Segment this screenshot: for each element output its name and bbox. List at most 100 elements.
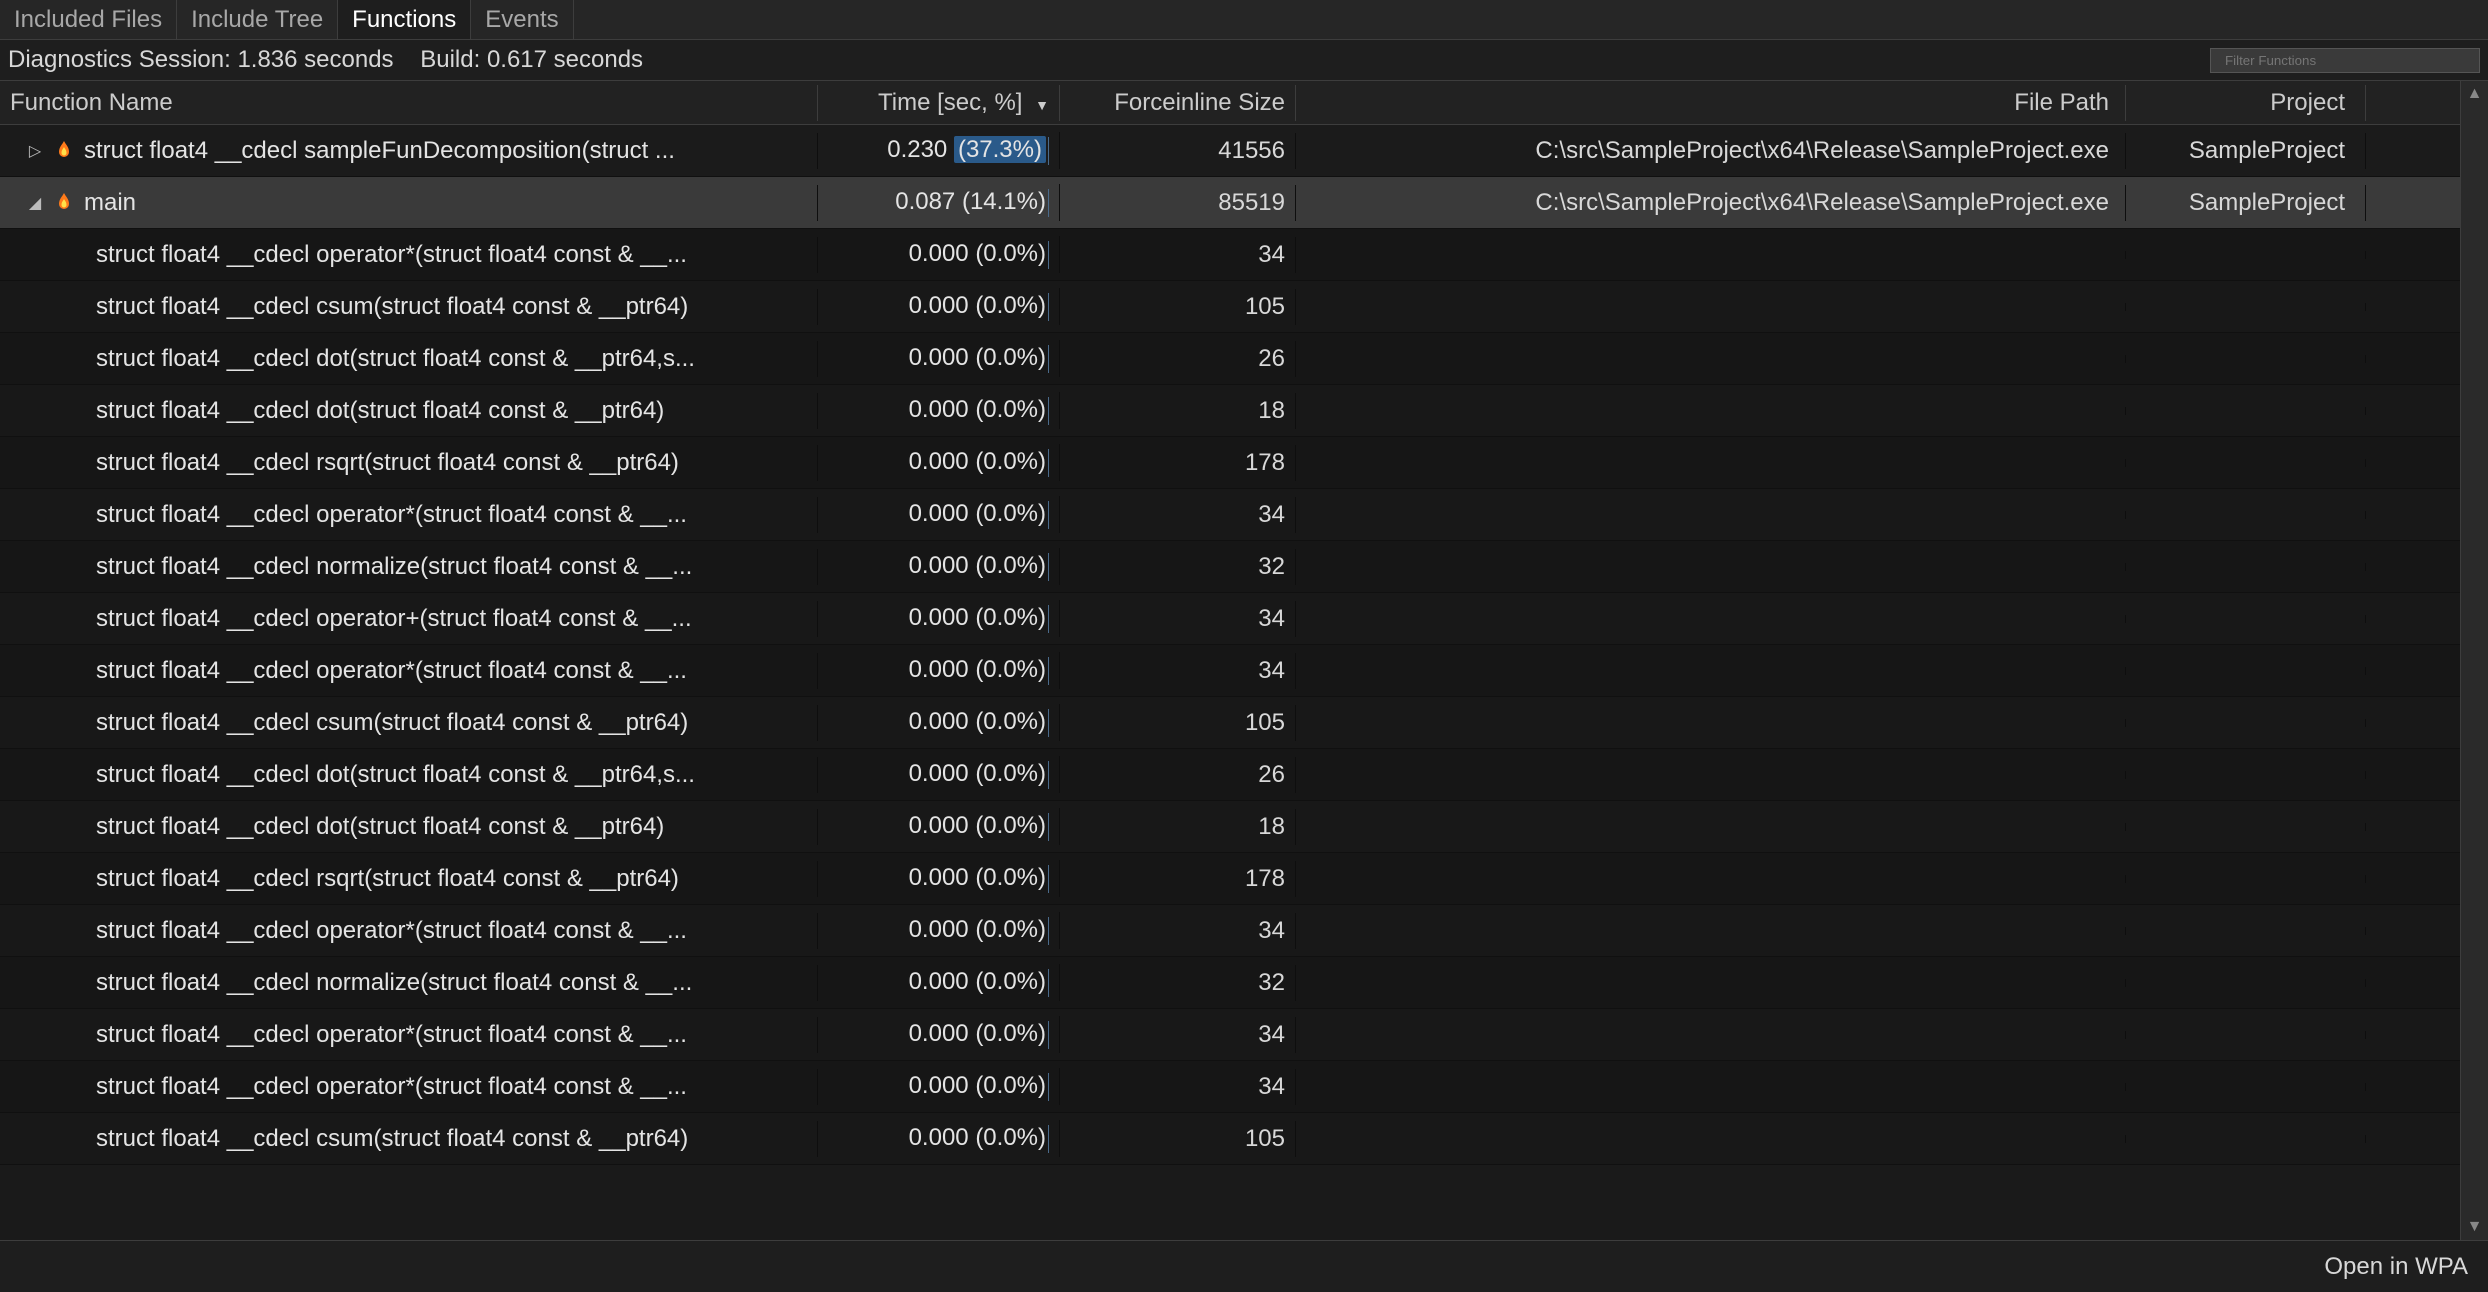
function-name: struct float4 __cdecl csum(struct float4… xyxy=(96,709,688,737)
time-cell: 0.000 (0.0%) xyxy=(818,600,1060,637)
time-cell: 0.000 (0.0%) xyxy=(818,652,1060,689)
grid-header: Function Name Time [sec, %] ▼ Forceinlin… xyxy=(0,81,2460,125)
scroll-down-icon[interactable]: ▼ xyxy=(2461,1214,2488,1240)
path-cell xyxy=(1296,823,2126,831)
size-cell: 105 xyxy=(1060,705,1296,741)
vertical-scrollbar[interactable]: ▲ ▼ xyxy=(2460,81,2488,1240)
table-row[interactable]: struct float4 __cdecl dot(struct float4 … xyxy=(0,385,2460,437)
project-cell xyxy=(2126,1135,2366,1143)
table-row[interactable]: struct float4 __cdecl operator+(struct f… xyxy=(0,593,2460,645)
size-cell: 85519 xyxy=(1060,185,1296,221)
function-name: struct float4 __cdecl operator*(struct f… xyxy=(96,241,687,269)
project-cell xyxy=(2126,459,2366,467)
table-row[interactable]: struct float4 __cdecl operator*(struct f… xyxy=(0,229,2460,281)
path-cell xyxy=(1296,719,2126,727)
function-name: struct float4 __cdecl operator*(struct f… xyxy=(96,917,687,945)
table-row[interactable]: struct float4 __cdecl csum(struct float4… xyxy=(0,697,2460,749)
function-name: struct float4 __cdecl normalize(struct f… xyxy=(96,969,692,997)
size-cell: 18 xyxy=(1060,393,1296,429)
open-in-wpa-link[interactable]: Open in WPA xyxy=(2324,1253,2468,1281)
tab-events[interactable]: Events xyxy=(471,0,573,39)
path-cell xyxy=(1296,1135,2126,1143)
project-cell xyxy=(2126,251,2366,259)
project-cell xyxy=(2126,511,2366,519)
table-row[interactable]: struct float4 __cdecl rsqrt(struct float… xyxy=(0,437,2460,489)
function-name: struct float4 __cdecl sampleFunDecomposi… xyxy=(84,137,675,165)
column-header-path[interactable]: File Path xyxy=(1296,85,2126,121)
size-cell: 26 xyxy=(1060,341,1296,377)
table-row[interactable]: ◢ main0.087 (14.1%)85519C:\src\SamplePro… xyxy=(0,177,2460,229)
function-name: struct float4 __cdecl dot(struct float4 … xyxy=(96,761,695,789)
expand-icon[interactable]: ▷ xyxy=(26,141,44,161)
build-label: Build: 0.617 seconds xyxy=(420,46,643,73)
time-cell: 0.000 (0.0%) xyxy=(818,1016,1060,1053)
table-row[interactable]: struct float4 __cdecl rsqrt(struct float… xyxy=(0,853,2460,905)
path-cell xyxy=(1296,407,2126,415)
tab-bar: Included FilesInclude TreeFunctionsEvent… xyxy=(0,0,2488,40)
function-name: main xyxy=(84,189,136,217)
project-cell xyxy=(2126,303,2366,311)
time-cell: 0.000 (0.0%) xyxy=(818,548,1060,585)
time-cell: 0.000 (0.0%) xyxy=(818,1120,1060,1157)
column-header-project[interactable]: Project xyxy=(2126,85,2366,121)
project-cell xyxy=(2126,927,2366,935)
table-row[interactable]: struct float4 __cdecl operator*(struct f… xyxy=(0,1061,2460,1113)
collapse-icon[interactable]: ◢ xyxy=(26,193,44,213)
project-cell xyxy=(2126,1083,2366,1091)
path-cell xyxy=(1296,1083,2126,1091)
table-row[interactable]: struct float4 __cdecl operator*(struct f… xyxy=(0,489,2460,541)
table-row[interactable]: struct float4 __cdecl dot(struct float4 … xyxy=(0,333,2460,385)
time-cell: 0.000 (0.0%) xyxy=(818,704,1060,741)
project-cell xyxy=(2126,355,2366,363)
filter-functions-input[interactable] xyxy=(2210,48,2480,73)
size-cell: 34 xyxy=(1060,1069,1296,1105)
table-row[interactable]: struct float4 __cdecl operator*(struct f… xyxy=(0,905,2460,957)
table-row[interactable]: struct float4 __cdecl operator*(struct f… xyxy=(0,1009,2460,1061)
size-cell: 34 xyxy=(1060,653,1296,689)
function-name: struct float4 __cdecl csum(struct float4… xyxy=(96,293,688,321)
column-header-name[interactable]: Function Name xyxy=(0,85,818,121)
flame-icon xyxy=(52,139,76,163)
tab-include-tree[interactable]: Include Tree xyxy=(177,0,338,39)
flame-icon xyxy=(52,191,76,215)
size-cell: 178 xyxy=(1060,445,1296,481)
path-cell: C:\src\SampleProject\x64\Release\SampleP… xyxy=(1296,133,2126,169)
function-name: struct float4 __cdecl operator*(struct f… xyxy=(96,657,687,685)
table-row[interactable]: struct float4 __cdecl normalize(struct f… xyxy=(0,541,2460,593)
table-row[interactable]: struct float4 __cdecl csum(struct float4… xyxy=(0,1113,2460,1165)
size-cell: 34 xyxy=(1060,1017,1296,1053)
info-bar: Diagnostics Session: 1.836 seconds Build… xyxy=(0,40,2488,81)
path-cell xyxy=(1296,1031,2126,1039)
path-cell xyxy=(1296,771,2126,779)
project-cell: SampleProject xyxy=(2126,185,2366,221)
table-row[interactable]: struct float4 __cdecl operator*(struct f… xyxy=(0,645,2460,697)
size-cell: 18 xyxy=(1060,809,1296,845)
table-row[interactable]: struct float4 __cdecl normalize(struct f… xyxy=(0,957,2460,1009)
column-header-size[interactable]: Forceinline Size xyxy=(1060,85,1296,121)
path-cell xyxy=(1296,355,2126,363)
time-cell: 0.000 (0.0%) xyxy=(818,912,1060,949)
tab-functions[interactable]: Functions xyxy=(338,0,471,39)
function-name: struct float4 __cdecl rsqrt(struct float… xyxy=(96,449,679,477)
function-name: struct float4 __cdecl operator+(struct f… xyxy=(96,605,692,633)
function-name: struct float4 __cdecl operator*(struct f… xyxy=(96,1021,687,1049)
time-cell: 0.000 (0.0%) xyxy=(818,964,1060,1001)
size-cell: 105 xyxy=(1060,289,1296,325)
time-cell: 0.000 (0.0%) xyxy=(818,496,1060,533)
time-cell: 0.000 (0.0%) xyxy=(818,444,1060,481)
table-row[interactable]: struct float4 __cdecl dot(struct float4 … xyxy=(0,801,2460,853)
project-cell xyxy=(2126,979,2366,987)
tab-included-files[interactable]: Included Files xyxy=(0,0,177,39)
function-name: struct float4 __cdecl rsqrt(struct float… xyxy=(96,865,679,893)
scroll-up-icon[interactable]: ▲ xyxy=(2461,81,2488,107)
table-row[interactable]: struct float4 __cdecl csum(struct float4… xyxy=(0,281,2460,333)
table-row[interactable]: struct float4 __cdecl dot(struct float4 … xyxy=(0,749,2460,801)
project-cell xyxy=(2126,407,2366,415)
project-cell xyxy=(2126,1031,2366,1039)
path-cell xyxy=(1296,251,2126,259)
time-cell: 0.000 (0.0%) xyxy=(818,392,1060,429)
column-header-time[interactable]: Time [sec, %] ▼ xyxy=(818,85,1060,121)
size-cell: 32 xyxy=(1060,965,1296,1001)
path-cell xyxy=(1296,563,2126,571)
table-row[interactable]: ▷ struct float4 __cdecl sampleFunDecompo… xyxy=(0,125,2460,177)
